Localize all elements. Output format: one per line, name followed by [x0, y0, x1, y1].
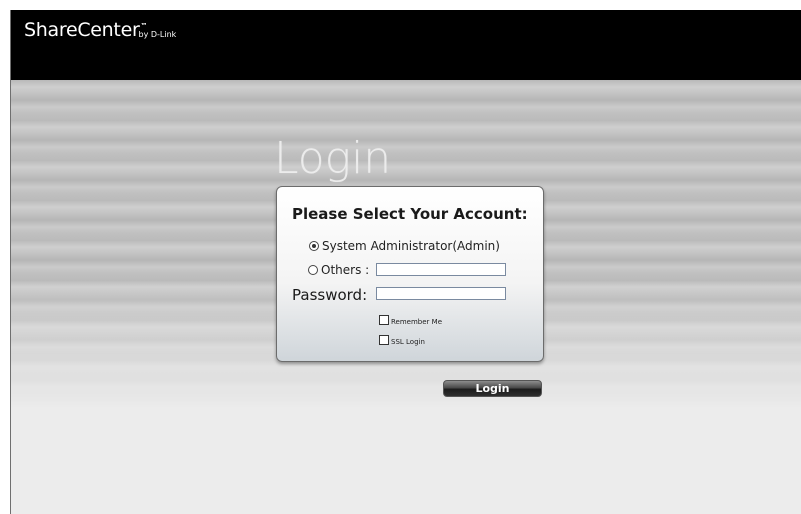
login-content-area: Login Please Select Your Account: System…: [11, 80, 801, 514]
remember-me-option[interactable]: Remember Me: [379, 313, 442, 327]
others-option[interactable]: Others :: [308, 263, 369, 277]
password-input[interactable]: [376, 287, 506, 300]
others-radio[interactable]: [308, 265, 318, 275]
brand-logo: ShareCenter™by D-Link: [24, 19, 176, 41]
ssl-login-option[interactable]: SSL Login: [379, 333, 425, 347]
brand-name: ShareCenter: [24, 19, 140, 41]
ssl-login-label: SSL Login: [391, 338, 425, 346]
others-username-input[interactable]: [376, 263, 506, 276]
brand-trademark: ™: [140, 22, 148, 30]
page-title: Login: [274, 133, 392, 184]
header-bar: ShareCenter™by D-Link: [11, 10, 801, 80]
others-option-label: Others :: [321, 263, 370, 277]
login-panel: Please Select Your Account: System Admin…: [276, 186, 544, 362]
admin-radio[interactable]: [309, 241, 319, 251]
app-frame: ShareCenter™by D-Link Login Please Selec…: [10, 10, 801, 514]
password-label: Password:: [292, 286, 368, 304]
ssl-login-checkbox[interactable]: [379, 335, 389, 345]
admin-option-label: System Administrator(Admin): [322, 239, 500, 253]
brand-by-dlink: by D-Link: [138, 30, 177, 39]
remember-me-label: Remember Me: [391, 318, 442, 326]
login-button[interactable]: Login: [443, 380, 542, 397]
account-select-heading: Please Select Your Account:: [292, 205, 528, 223]
remember-me-checkbox[interactable]: [379, 315, 389, 325]
admin-option[interactable]: System Administrator(Admin): [309, 239, 500, 253]
